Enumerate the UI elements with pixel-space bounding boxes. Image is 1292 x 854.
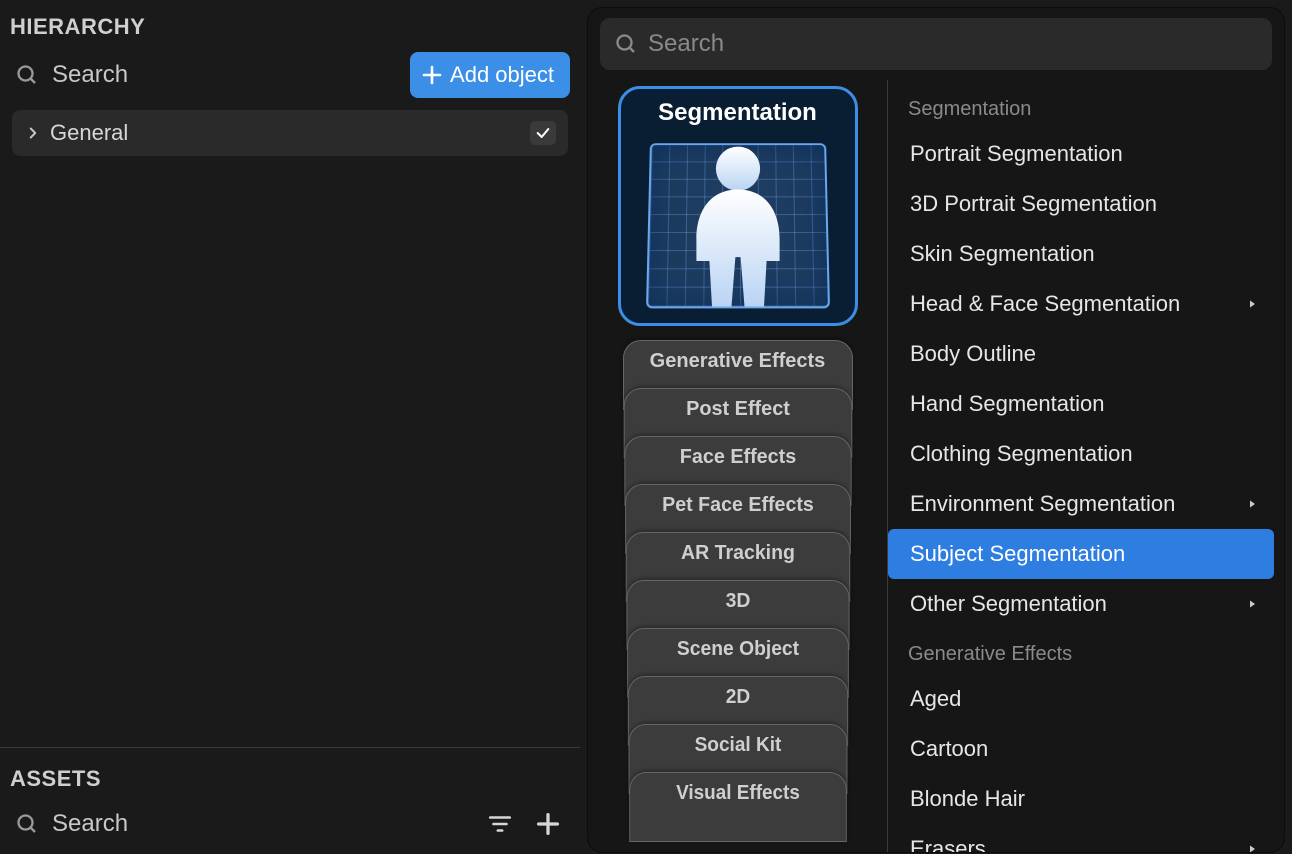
chevron-right-icon[interactable] <box>24 124 42 142</box>
hierarchy-search-input[interactable] <box>52 61 398 89</box>
popover-search-field[interactable] <box>600 18 1272 70</box>
category-card-stack-label: Post Effect <box>686 398 790 421</box>
search-icon <box>614 32 638 56</box>
plus-icon <box>420 63 444 87</box>
object-list-item-label: Aged <box>910 686 1258 712</box>
category-card-stack: Generative Effects Post Effect Face Effect… <box>623 340 853 820</box>
category-card-stack-label: Pet Face Effects <box>662 494 814 517</box>
object-list-item[interactable]: Other Segmentation <box>888 579 1274 629</box>
object-list-item[interactable]: Body Outline <box>888 329 1274 379</box>
add-object-label: Add object <box>450 62 554 88</box>
list-section-header: Generative Effects <box>888 629 1280 674</box>
object-list-item[interactable]: Clothing Segmentation <box>888 429 1274 479</box>
category-card-stack-label: 2D <box>725 686 750 709</box>
object-list-item-label: 3D Portrait Segmentation <box>910 191 1258 217</box>
category-card-column: Segmentation Generative EffectsPost <box>588 80 888 852</box>
category-card-stack-label: Social Kit <box>694 734 781 757</box>
category-card-stack-label: Scene Object <box>676 638 798 661</box>
hierarchy-tree-item-general[interactable]: General <box>12 110 568 156</box>
popover-search-input[interactable] <box>648 30 1258 58</box>
add-object-popover: Segmentation Generative EffectsPost <box>588 8 1284 852</box>
add-asset-icon[interactable] <box>530 806 566 842</box>
assets-title: ASSETS <box>8 748 572 802</box>
object-list-item[interactable]: Hand Segmentation <box>888 379 1274 429</box>
assets-toolbar <box>8 802 572 854</box>
object-list-item-label: Clothing Segmentation <box>910 441 1258 467</box>
object-list-item[interactable]: Cartoon <box>888 724 1274 774</box>
category-card-segmentation[interactable]: Segmentation <box>618 86 858 326</box>
submenu-arrow-icon <box>1246 298 1258 310</box>
category-card-stack-label: AR Tracking <box>681 542 795 565</box>
object-list-item[interactable]: Erasers <box>888 824 1274 852</box>
object-list-item-label: Erasers <box>910 836 1240 852</box>
object-list-item-label: Blonde Hair <box>910 786 1258 812</box>
category-card-title: Segmentation <box>658 99 817 127</box>
object-list-item[interactable]: Portrait Segmentation <box>888 129 1274 179</box>
filter-icon[interactable] <box>482 806 518 842</box>
object-list-item[interactable]: 3D Portrait Segmentation <box>888 179 1274 229</box>
category-card-stack-label: Generative Effects <box>650 350 826 373</box>
category-card-stack-label: Face Effects <box>679 446 795 469</box>
object-list-item[interactable]: Head & Face Segmentation <box>888 279 1274 329</box>
visibility-checkbox[interactable] <box>530 121 556 145</box>
object-list-item[interactable]: Skin Segmentation <box>888 229 1274 279</box>
hierarchy-panel: HIERARCHY Add object General <box>0 0 580 854</box>
search-icon <box>14 62 40 88</box>
submenu-arrow-icon <box>1246 498 1258 510</box>
hierarchy-toolbar: Add object <box>8 48 572 110</box>
object-list-item-label: Subject Segmentation <box>910 541 1258 567</box>
submenu-arrow-icon <box>1246 598 1258 610</box>
submenu-arrow-icon <box>1246 843 1258 852</box>
object-list-item[interactable]: Blonde Hair <box>888 774 1274 824</box>
search-icon <box>14 811 40 837</box>
object-list-column[interactable]: Segmentation Portrait Segmentation 3D Port… <box>888 80 1284 852</box>
list-section-header: Segmentation <box>888 84 1280 129</box>
object-list-item[interactable]: Subject Segmentation <box>888 529 1274 579</box>
hierarchy-title: HIERARCHY <box>8 10 572 48</box>
category-card-stack-label: 3D <box>725 590 750 613</box>
segmentation-illustration <box>648 135 828 307</box>
add-object-button[interactable]: Add object <box>410 52 570 98</box>
hierarchy-tree-item-label: General <box>50 120 530 146</box>
object-list-item[interactable]: Environment Segmentation <box>888 479 1274 529</box>
object-list-item-label: Hand Segmentation <box>910 391 1258 417</box>
object-list-item-label: Other Segmentation <box>910 591 1240 617</box>
assets-search-input[interactable] <box>52 810 470 838</box>
object-list-item-label: Body Outline <box>910 341 1258 367</box>
object-list-item-label: Skin Segmentation <box>910 241 1258 267</box>
object-list-item-label: Environment Segmentation <box>910 491 1240 517</box>
object-list-item[interactable]: Aged <box>888 674 1274 724</box>
category-card-stack-label: Visual Effects <box>676 782 800 805</box>
object-list-item-label: Portrait Segmentation <box>910 141 1258 167</box>
object-list-item-label: Cartoon <box>910 736 1258 762</box>
object-list-item-label: Head & Face Segmentation <box>910 291 1240 317</box>
category-card-stack-item[interactable]: Visual Effects <box>629 772 847 842</box>
